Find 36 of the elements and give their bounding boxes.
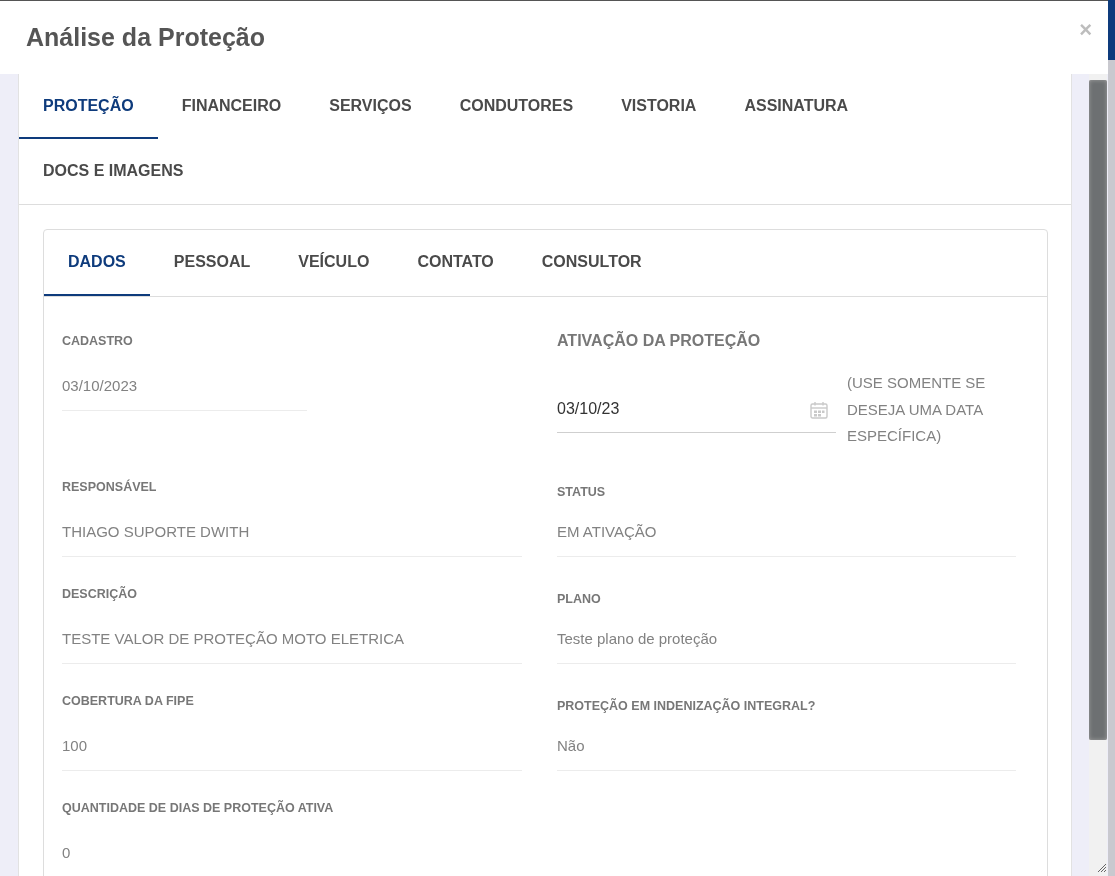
field-label: ATIVAÇÃO DA PROTEÇÃO <box>557 331 762 351</box>
field-label: RESPONSÁVEL <box>62 478 158 496</box>
field-label: STATUS <box>557 483 607 501</box>
field-label: COBERTURA DA FIPE <box>62 692 195 710</box>
tab[interactable]: SERVIÇOS <box>305 74 436 139</box>
tab[interactable]: DADOS <box>44 230 150 296</box>
tab[interactable]: PESSOAL <box>149 230 275 296</box>
field-label: QUANTIDADE DE DIAS DE PROTEÇÃO ATIVA <box>62 799 335 817</box>
scrollbar-thumb[interactable] <box>1089 80 1107 740</box>
field-label: CADASTRO <box>62 333 134 350</box>
tab[interactable]: VISTORIA <box>597 74 721 139</box>
calendar-icon[interactable] <box>810 400 828 419</box>
tab[interactable]: VEÍCULO <box>274 230 394 296</box>
field-value: Teste plano de proteção <box>557 628 1016 664</box>
scrollbar-track[interactable] <box>1089 74 1107 876</box>
field-value: EM ATIVAÇÃO <box>557 521 1016 557</box>
field-label: DESCRIÇÃO <box>62 585 138 603</box>
field-label: PLANO <box>557 590 602 608</box>
field-value: Não <box>557 735 1016 771</box>
dialog-title: Análise da Proteção <box>26 23 265 52</box>
field-value: THIAGO SUPORTE DWITH <box>62 521 522 557</box>
tab[interactable]: ASSINATURA <box>720 74 873 139</box>
tab[interactable]: DOCS E IMAGENS <box>19 139 208 204</box>
field-value: 03/10/2023 <box>62 376 307 411</box>
date-hint: (USE SOMENTE SE DESEJA UMA DATA ESPECÍFICA) <box>847 373 987 446</box>
field-value: TESTE VALOR DE PROTEÇÃO MOTO ELETRICA <box>62 628 522 664</box>
tab[interactable]: FINANCEIRO <box>157 74 306 139</box>
tab[interactable]: CONSULTOR <box>517 230 666 296</box>
resize-grip-icon <box>1098 864 1106 872</box>
tab[interactable]: CONDUTORES <box>435 74 598 139</box>
field-value: 0 <box>62 842 522 876</box>
field-value: 100 <box>62 735 522 771</box>
date-input[interactable]: 03/10/23 <box>557 386 836 433</box>
tab[interactable]: PROTEÇÃO <box>19 74 158 139</box>
field-label: PROTEÇÃO EM INDENIZAÇÃO INTEGRAL? <box>557 697 817 715</box>
tab[interactable]: CONTATO <box>393 230 518 296</box>
